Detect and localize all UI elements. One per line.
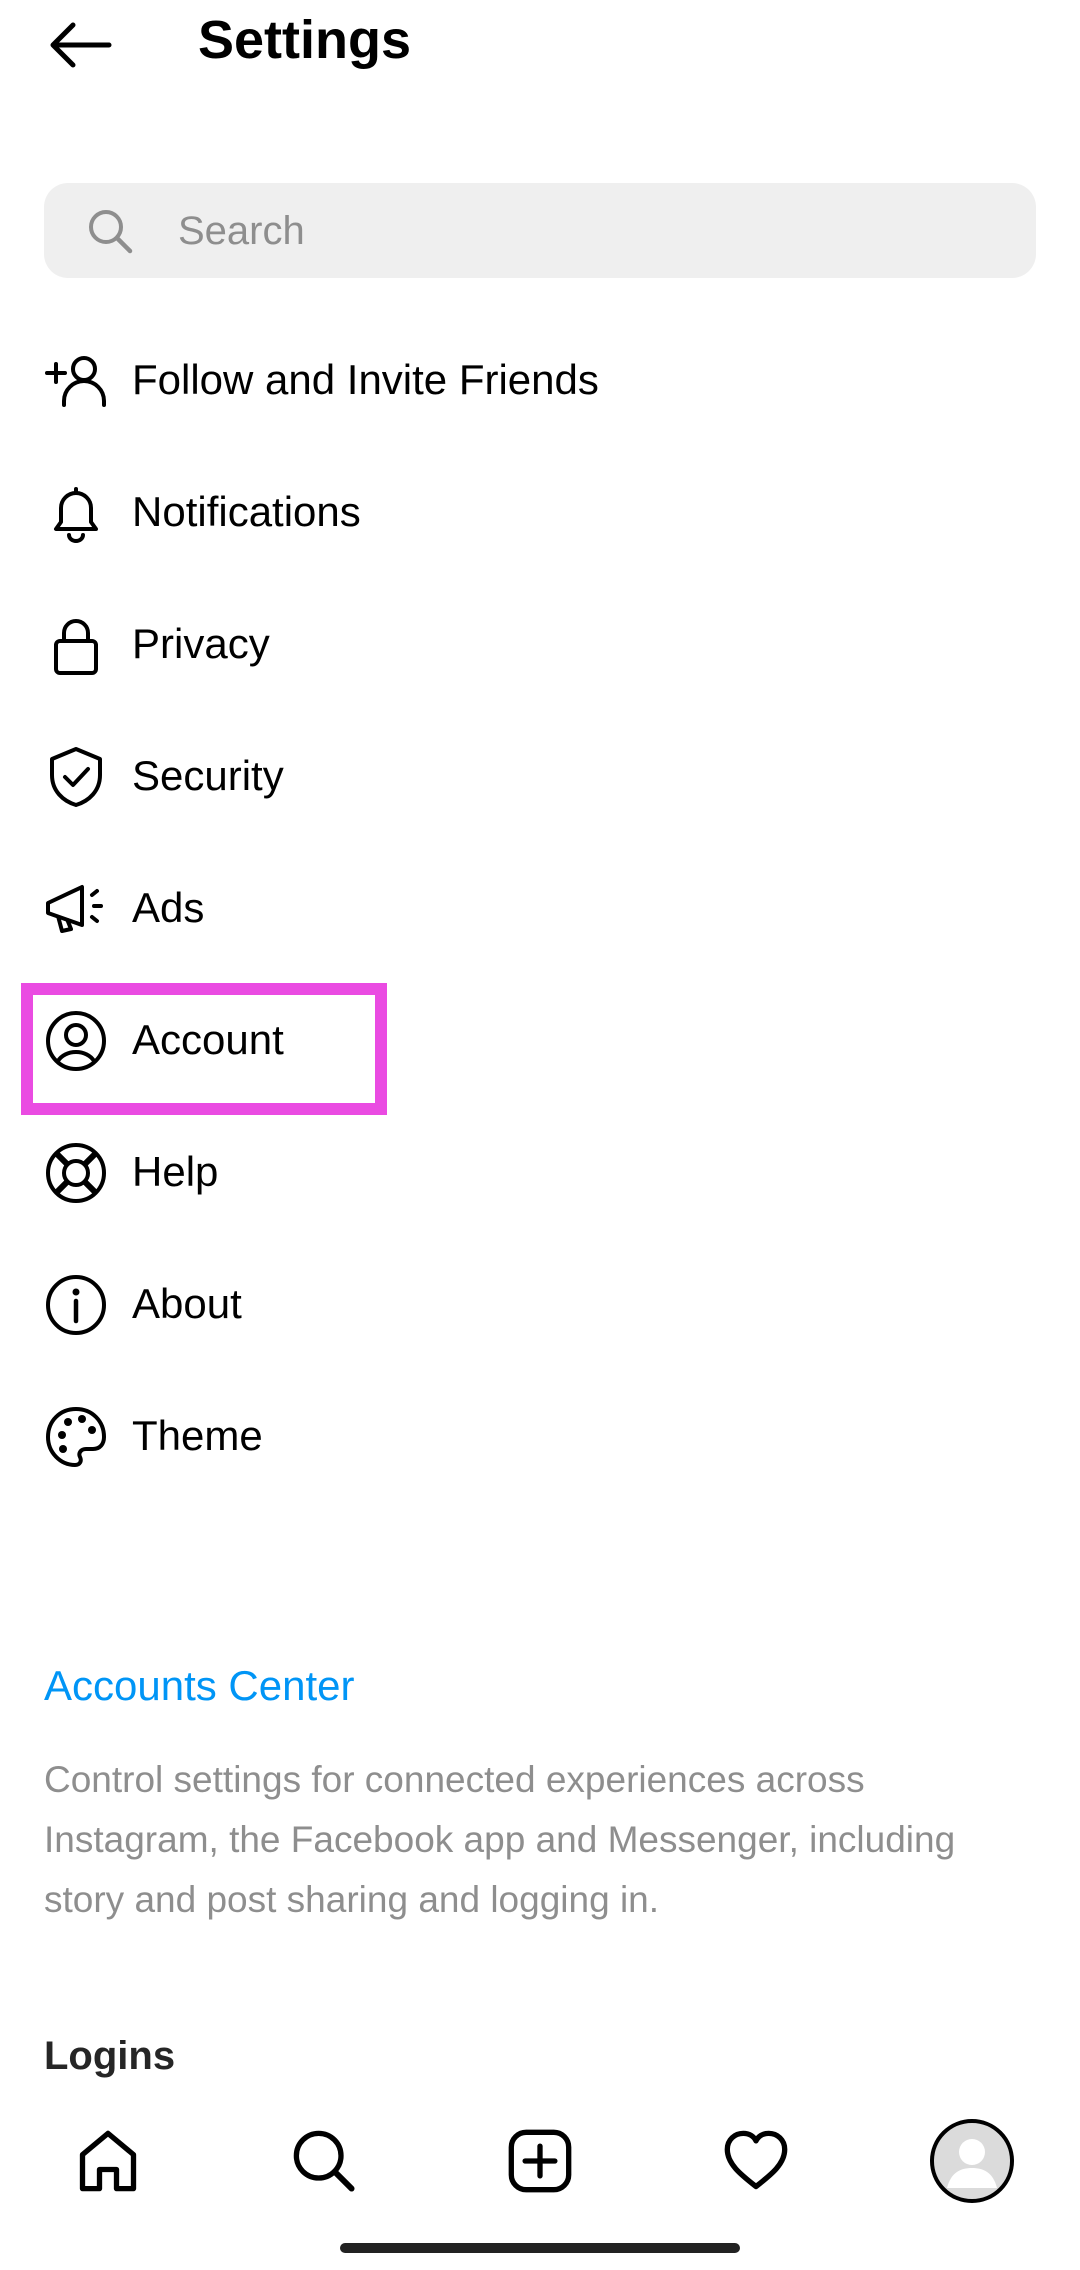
menu-item-security[interactable]: Security — [0, 719, 700, 829]
menu-item-privacy[interactable]: Privacy — [0, 587, 700, 697]
nav-activity-button[interactable] — [714, 2119, 798, 2203]
shield-check-icon — [50, 747, 102, 807]
menu-item-account[interactable]: Account — [0, 983, 700, 1093]
home-indicator — [340, 2243, 740, 2253]
search-icon — [89, 210, 133, 254]
back-button[interactable] — [30, 0, 130, 90]
account-circle-icon — [46, 1011, 106, 1071]
menu-item-label: Security — [132, 752, 284, 799]
menu-item-ads[interactable]: Ads — [0, 851, 700, 961]
create-post-icon — [508, 2129, 572, 2193]
menu-item-theme[interactable]: Theme — [0, 1379, 700, 1489]
add-person-icon — [45, 356, 106, 407]
search-input[interactable] — [176, 183, 1000, 280]
nav-search-button[interactable] — [282, 2119, 366, 2203]
page-title: Settings — [198, 10, 412, 70]
bottom-nav — [0, 2105, 1080, 2215]
nav-create-button[interactable] — [498, 2119, 582, 2203]
accounts-center-link[interactable]: Accounts Center — [44, 1660, 355, 1712]
bell-icon — [54, 487, 98, 543]
accounts-center-description: Control settings for connected experienc… — [44, 1759, 956, 1920]
menu-item-label: Theme — [132, 1412, 263, 1459]
menu-item-label: Privacy — [132, 620, 270, 667]
home-icon — [79, 2130, 137, 2192]
heart-icon — [724, 2130, 788, 2190]
menu-item-follow-invite-friends[interactable]: Follow and Invite Friends — [0, 323, 700, 433]
lifebuoy-icon — [46, 1143, 106, 1203]
menu-item-help[interactable]: Help — [0, 1115, 700, 1225]
menu-item-label: Follow and Invite Friends — [132, 356, 599, 403]
lock-icon — [54, 619, 98, 675]
logins-section-title: Logins — [44, 2034, 176, 2078]
megaphone-icon — [46, 885, 103, 933]
palette-icon — [46, 1407, 106, 1467]
back-arrow-icon — [50, 22, 112, 68]
menu-item-label: Account — [132, 1016, 284, 1063]
menu-item-notifications[interactable]: Notifications — [0, 455, 700, 565]
menu-item-label: About — [132, 1280, 242, 1327]
nav-profile-button[interactable] — [926, 2115, 1018, 2207]
menu-item-label: Help — [132, 1148, 219, 1195]
search-icon — [293, 2130, 355, 2192]
nav-home-button[interactable] — [66, 2119, 150, 2203]
header-bar: Settings — [0, 0, 1080, 110]
info-icon — [46, 1275, 106, 1335]
menu-item-about[interactable]: About — [0, 1247, 700, 1357]
profile-avatar — [930, 2119, 1014, 2203]
menu-item-label: Ads — [132, 884, 205, 931]
menu-item-label: Notifications — [132, 488, 361, 535]
search-bar[interactable] — [44, 183, 1036, 280]
